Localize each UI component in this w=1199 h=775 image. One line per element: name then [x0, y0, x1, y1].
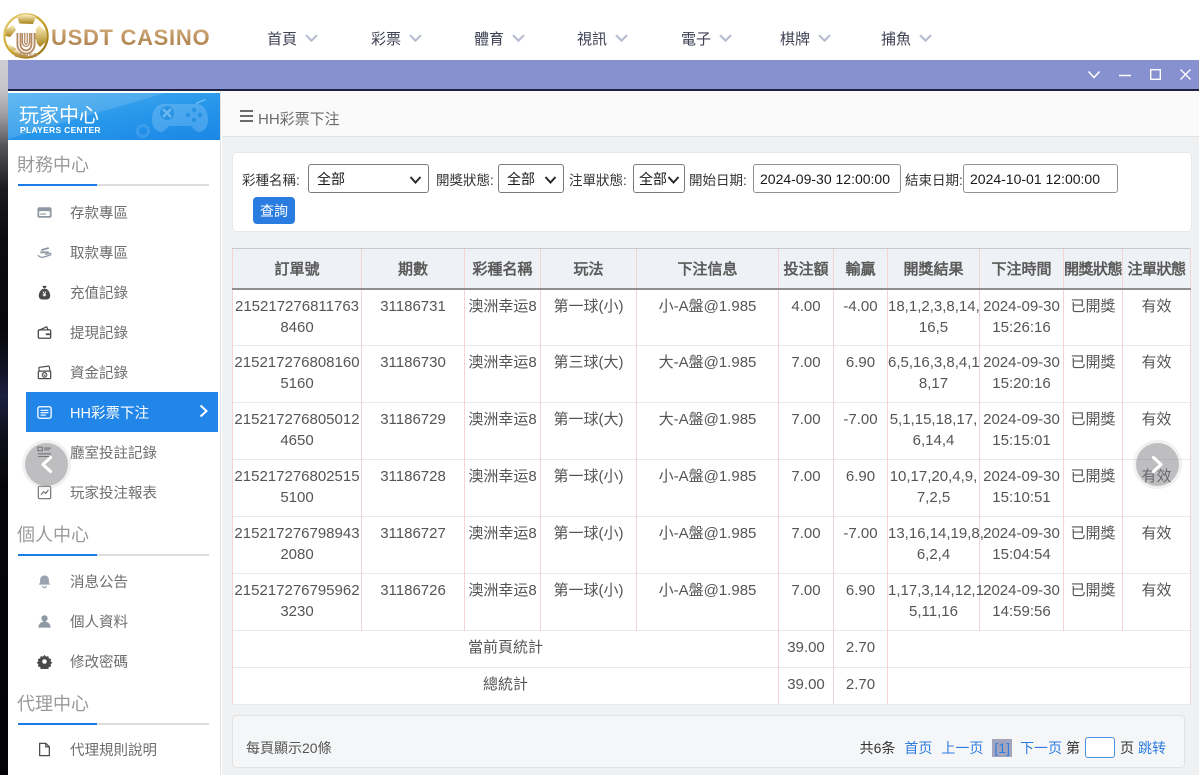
- svg-text:CASINO: CASINO: [14, 53, 37, 59]
- svg-text:¥: ¥: [43, 291, 47, 298]
- svg-text:¥: ¥: [43, 372, 46, 378]
